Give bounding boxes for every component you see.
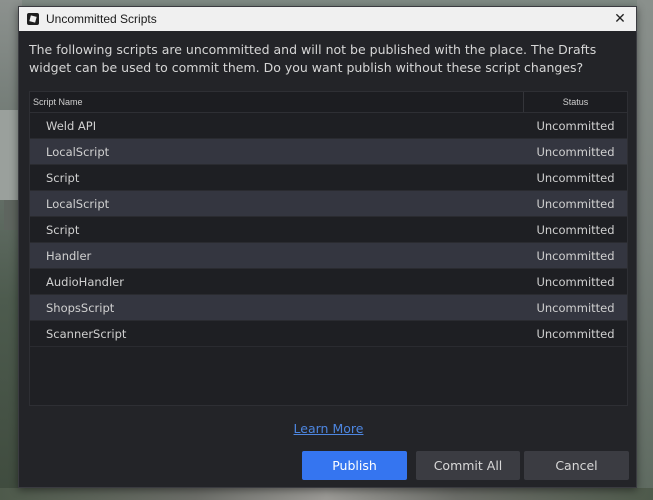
- status-cell: Uncommitted: [536, 326, 615, 341]
- close-icon: ✕: [614, 11, 626, 27]
- column-header-status[interactable]: Status: [524, 92, 627, 112]
- status-cell: Uncommitted: [536, 196, 615, 211]
- title-bar[interactable]: Uncommitted Scripts ✕: [19, 7, 636, 31]
- status-cell: Uncommitted: [536, 118, 615, 133]
- studio-logo-icon: [27, 13, 39, 25]
- status-cell: Uncommitted: [536, 274, 615, 289]
- dialog-message: The following scripts are uncommitted an…: [29, 42, 597, 75]
- status-cell: Uncommitted: [536, 248, 615, 263]
- script-name-cell: ShopsScript: [46, 300, 115, 315]
- script-name-cell: LocalScript: [46, 144, 110, 159]
- table-row[interactable]: ScannerScript Uncommitted: [30, 321, 627, 347]
- status-cell: Uncommitted: [536, 144, 615, 159]
- cancel-button[interactable]: Cancel: [524, 451, 629, 480]
- publish-button[interactable]: Publish: [302, 451, 407, 480]
- table-row[interactable]: Script Uncommitted: [30, 165, 627, 191]
- table-row[interactable]: Weld API Uncommitted: [30, 113, 627, 139]
- learn-more-link[interactable]: Learn More: [19, 421, 638, 436]
- script-name-cell: AudioHandler: [46, 274, 124, 289]
- table-body: Weld API Uncommitted LocalScript Uncommitte…: [30, 113, 627, 347]
- script-name-cell: Handler: [46, 248, 92, 263]
- script-name-cell: Script: [46, 222, 80, 237]
- table-row[interactable]: LocalScript Uncommitted: [30, 191, 627, 217]
- script-name-cell: Script: [46, 170, 80, 185]
- table-header: Script Name Status: [30, 92, 627, 113]
- script-name-cell: LocalScript: [46, 196, 110, 211]
- status-cell: Uncommitted: [536, 222, 615, 237]
- close-button[interactable]: ✕: [604, 7, 636, 31]
- table-row[interactable]: LocalScript Uncommitted: [30, 139, 627, 165]
- background-building: [0, 110, 20, 200]
- column-header-script-name[interactable]: Script Name: [30, 92, 524, 112]
- background-scenery-bottom: [0, 488, 653, 500]
- script-name-cell: Weld API: [46, 118, 97, 133]
- script-name-cell: ScannerScript: [46, 326, 127, 341]
- table-row[interactable]: AudioHandler Uncommitted: [30, 269, 627, 295]
- table-row[interactable]: Handler Uncommitted: [30, 243, 627, 269]
- table-row[interactable]: ShopsScript Uncommitted: [30, 295, 627, 321]
- scripts-table: Script Name Status Weld API Uncommitted Lo…: [29, 91, 628, 406]
- status-cell: Uncommitted: [536, 300, 615, 315]
- commit-all-button[interactable]: Commit All: [416, 451, 520, 480]
- status-cell: Uncommitted: [536, 170, 615, 185]
- table-row[interactable]: Script Uncommitted: [30, 217, 627, 243]
- background-scenery-right: [637, 0, 653, 500]
- uncommitted-scripts-dialog: Uncommitted Scripts ✕ The following scri…: [18, 6, 637, 488]
- window-title: Uncommitted Scripts: [46, 12, 157, 26]
